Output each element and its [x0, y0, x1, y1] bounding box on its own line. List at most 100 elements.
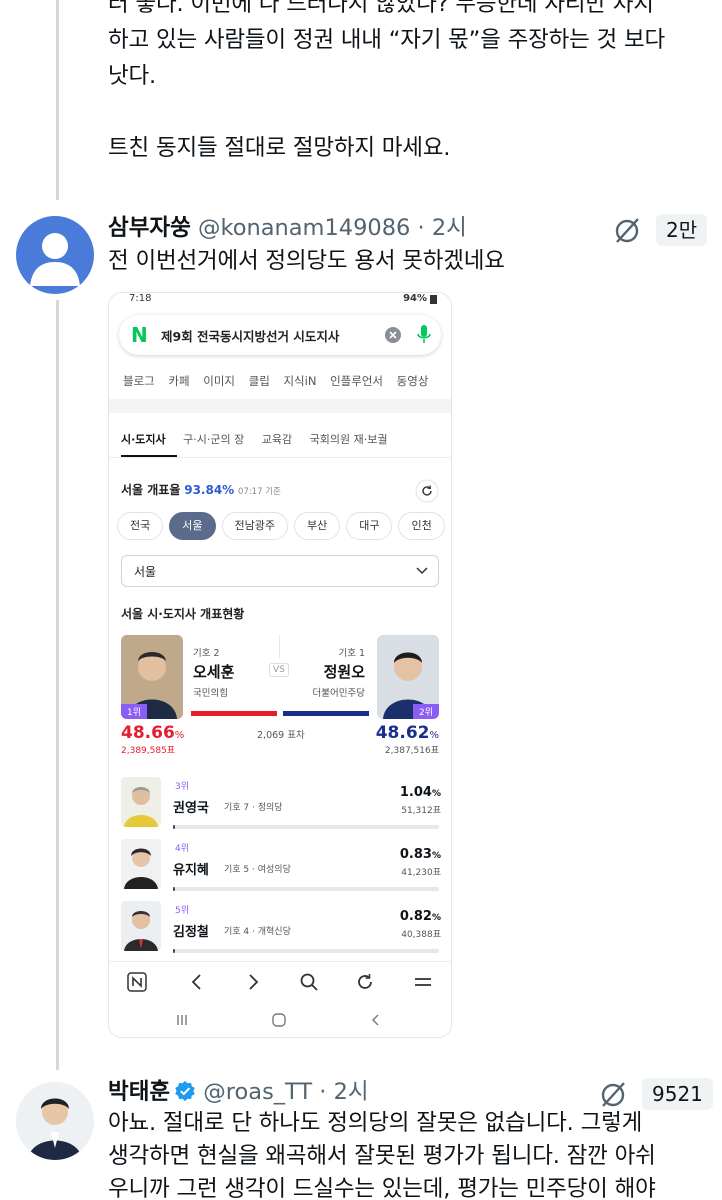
handle[interactable]: @konanam149086 [198, 215, 410, 241]
region-pill-seoul[interactable]: 서울 [169, 512, 216, 540]
vote-percent: 48.62 [375, 723, 430, 743]
naver-logo-icon: N [131, 323, 148, 347]
tab-influencer[interactable]: 인플루언서 [330, 374, 383, 388]
back-icon[interactable] [187, 972, 207, 992]
attached-screenshot[interactable]: 7:18 94% N 제9회 전국동시지방선거 시도지사 블로그 카페 이미지 … [108, 292, 452, 1038]
vote-percent: 0.83% [400, 847, 441, 862]
avatar-photo[interactable] [16, 1082, 94, 1160]
view-count-badge: 2만 [656, 214, 708, 246]
profile-photo-icon [16, 1082, 94, 1160]
candidate-photo-2: 2위 [377, 635, 439, 719]
tab-cafe[interactable]: 카페 [168, 374, 189, 388]
rank-tag: 2위 [412, 704, 439, 719]
rank-label: 4위 [175, 844, 190, 854]
no-views-icon [615, 218, 639, 243]
display-name[interactable]: 박태훈 [108, 1079, 170, 1105]
percent-sign: % [431, 851, 441, 861]
subtab-by-election[interactable]: 국회의원 재·보궐 [310, 433, 388, 446]
vote-margin: 2,069 표차 [257, 730, 305, 741]
display-name[interactable]: 삼부자쑹 [108, 215, 191, 241]
candidate-number: 기호 1 [338, 648, 365, 659]
candidate-info: 기호 5 · 여성의당 [224, 865, 291, 875]
android-back-icon[interactable] [369, 1013, 383, 1027]
region-pill-jeonnam-gwangju[interactable]: 전남광주 [221, 512, 288, 540]
rank-label: 5위 [175, 906, 190, 916]
region-pill-busan[interactable]: 부산 [293, 512, 341, 540]
tab-kin[interactable]: 지식iN [283, 374, 316, 388]
section-title: 서울 시·도지사 개표현황 [121, 607, 245, 621]
status-bar: 7:18 94% [109, 293, 451, 307]
menu-icon[interactable] [413, 972, 433, 992]
region-pill-national[interactable]: 전국 [117, 512, 164, 540]
android-nav-bar [109, 1005, 451, 1035]
percent-value: 0.82 [399, 909, 432, 924]
tab-clip[interactable]: 클립 [249, 374, 270, 388]
person-photo-icon [121, 901, 161, 951]
vote-bar [173, 887, 439, 891]
candidate-name: 정원오 [323, 663, 365, 681]
candidate-name: 김정철 [173, 925, 209, 940]
tweet-text: 전 이번선거에서 정의당도 용서 못하겠네요 [108, 248, 505, 274]
candidate-number: 기호 2 [193, 648, 220, 659]
percent-sign: % [431, 789, 441, 799]
vote-percent: 0.82% [400, 909, 441, 924]
home-icon[interactable] [272, 1013, 286, 1027]
tweet-header: 박태훈 @roas_TT · 2시 [108, 1077, 369, 1107]
vs-divider [279, 635, 280, 659]
vote-bar-fill [173, 825, 175, 829]
reload-icon[interactable] [355, 972, 375, 992]
forward-icon[interactable] [243, 972, 263, 992]
handle[interactable]: @roas_TT [203, 1079, 312, 1105]
refresh-icon[interactable] [415, 479, 439, 503]
subtab-governor[interactable]: 시·도지사 [121, 433, 166, 446]
candidate-info-2: 기호 1 정원오 더불어민주당 [313, 645, 365, 699]
microphone-icon[interactable] [415, 324, 433, 346]
region-pill-incheon[interactable]: 인천 [398, 512, 445, 540]
candidate-row-5: 5위 김정철 기호 4 · 개혁신당 0.82% 40,388표 [121, 901, 441, 961]
timestamp[interactable]: · 2시 [418, 215, 467, 241]
default-avatar-icon [30, 233, 80, 286]
naver-home-icon[interactable] [127, 972, 147, 992]
subtab-mayor[interactable]: 구·시·군의 장 [183, 433, 244, 446]
search-icon[interactable] [299, 972, 319, 992]
vote-percent: 1.04% [400, 785, 441, 800]
candidate-info: 기호 4 · 개혁신당 [224, 927, 291, 937]
candidate-result-2: 48.62% 2,387,516표 [376, 723, 439, 756]
vote-count: 41,230표 [401, 868, 441, 878]
tab-video[interactable]: 동영상 [397, 374, 429, 388]
percent-value: 1.04 [399, 785, 432, 800]
vote-bar-fill [173, 887, 175, 891]
region-dropdown[interactable]: 서울 [121, 555, 439, 587]
person-photo-icon [121, 777, 161, 827]
rank-label: 3위 [175, 782, 190, 792]
verified-badge-icon [175, 1081, 195, 1101]
dropdown-value: 서울 [134, 565, 157, 579]
candidate-photo [121, 901, 161, 951]
candidate-row-3: 3위 권영국 기호 7 · 정의당 1.04% 51,312표 [121, 777, 441, 837]
search-box[interactable]: N 제9회 전국동시지방선거 시도지사 [119, 315, 441, 355]
candidate-photo [121, 839, 161, 889]
vs-label: VS [269, 663, 289, 677]
text-line: 아뇨. 절대로 단 하나도 정의당의 잘못은 없습니다. 그렇게 [108, 1110, 643, 1136]
tab-image[interactable]: 이미지 [203, 374, 235, 388]
tab-blog[interactable]: 블로그 [123, 374, 155, 388]
status-time: 7:18 [129, 293, 152, 304]
timestamp[interactable]: · 2시 [319, 1079, 368, 1105]
avatar-default[interactable] [16, 216, 94, 294]
view-count[interactable]: 9521 [598, 1078, 713, 1110]
candidate-info: 기호 7 · 정의당 [224, 803, 283, 813]
vote-bar-2 [283, 711, 369, 716]
region-pill-daegu[interactable]: 대구 [346, 512, 393, 540]
count-rate: 서울 개표율 93.84% 07:17 기준 [121, 481, 281, 498]
divider-band [109, 399, 451, 413]
clear-icon[interactable] [385, 327, 401, 343]
search-tabs: 블로그 카페 이미지 클립 지식iN 인플루언서 동영상 [123, 373, 438, 389]
vote-bar [173, 949, 439, 953]
subtab-education[interactable]: 교육감 [262, 433, 292, 446]
search-query: 제9회 전국동시지방선거 시도지사 [161, 329, 340, 344]
text-line: 생각하면 현실을 왜곡해서 잘못된 평가가 됩니다. 잠깐 아쉬 [108, 1143, 656, 1169]
tweet-reply-2[interactable]: 박태훈 @roas_TT · 2시 9521 아뇨. 절대로 단 하나도 정의당… [0, 1060, 722, 1200]
vote-bar-fill [173, 949, 175, 953]
recent-apps-icon[interactable] [175, 1013, 189, 1027]
view-count[interactable]: 2만 [612, 214, 708, 246]
